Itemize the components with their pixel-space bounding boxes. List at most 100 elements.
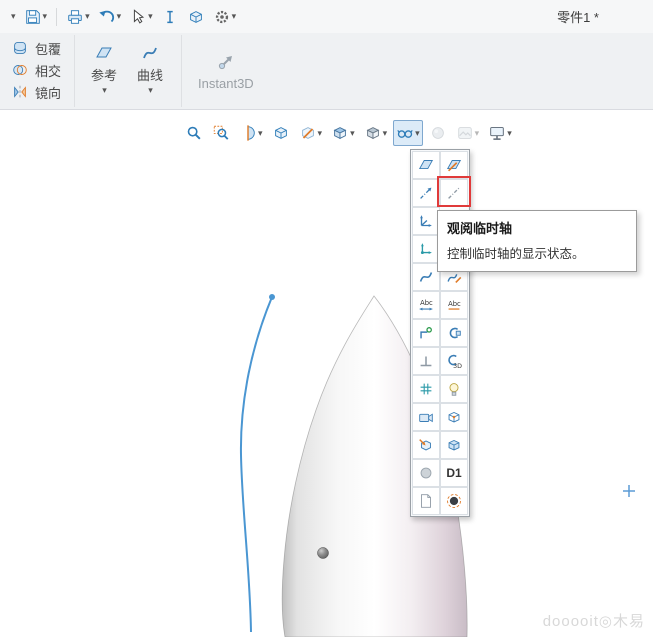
intersect-icon [11,61,29,79]
chevron-down-icon: ▾ [350,129,355,138]
axes-icon [417,184,435,202]
wrap-label: 包覆 [35,39,61,58]
cursor-icon [129,8,147,26]
view-sketch-planes-toggle[interactable] [440,319,468,347]
ribbon-group-reference: 参考 ▾ 曲线 ▾ [75,35,182,107]
edit-appearance-button[interactable] [426,120,450,146]
appearance-ball-icon [429,124,447,142]
view-sketch-relations-toggle[interactable] [412,319,440,347]
dimensions-icon [417,296,435,314]
reference-geometry-button[interactable]: 参考 ▾ [87,41,121,97]
decals-icon [445,408,463,426]
save-button[interactable]: ▾ [22,6,50,28]
dimension-names-toggle[interactable]: D1 [440,459,468,487]
sketch-view-button[interactable]: ▾ [296,120,326,146]
view-temporary-axes-toggle[interactable] [440,179,468,207]
glasses-icon [396,124,414,142]
curves-icon [417,268,435,286]
view-3d-sketch-planes-toggle[interactable] [440,347,468,375]
apply-scene-button[interactable]: ▾ [453,120,483,146]
3d-sketch-planes-icon [445,352,463,370]
view-cube-icon [331,124,349,142]
wireframe-button[interactable] [269,120,293,146]
mirror-icon [11,83,29,101]
top-menu-bar: ▾ ▾ ▾ ▾ ▾ ▾ 零件1 * [0,0,653,33]
component-button[interactable] [185,6,207,28]
chevron-down-icon: ▾ [85,12,90,21]
view-decals-toggle[interactable] [440,403,468,431]
shaded-cube-icon [364,124,382,142]
sketch-point-marker[interactable] [623,485,635,497]
sheet-icon [417,492,435,510]
view-grid-toggle[interactable] [412,375,440,403]
spline-endpoint[interactable] [269,294,275,300]
coordinate-system-icon [417,212,435,230]
tooltip-title: 观阅临时轴 [447,218,627,237]
view-curves-toggle[interactable] [412,263,440,291]
section-view-icon [239,124,257,142]
view-sheets-toggle[interactable] [412,487,440,515]
mirror-button[interactable]: 镜向 [8,82,64,103]
instant3d-button[interactable]: Instant3D [182,35,270,107]
model-sphere-feature[interactable] [318,548,329,559]
mirror-label: 镜向 [35,83,61,102]
undo-button[interactable]: ▾ [96,6,124,28]
select-button[interactable]: ▾ [127,6,155,28]
view-settings-button[interactable]: ▾ [485,120,515,146]
chevron-down-icon: ▾ [507,129,512,138]
chevron-down-icon: ▾ [318,129,323,138]
view-annotations-toggle[interactable] [440,291,468,319]
view-dimensions-toggle[interactable] [412,291,440,319]
heads-up-view-toolbar: ▾ ▾ ▾ ▾ ▾ ▾ ▾ [182,120,515,146]
view-planes-toggle[interactable] [412,151,440,179]
ambient-occlusion-toggle[interactable] [440,487,468,515]
zoom-fit-button[interactable] [182,120,206,146]
model-scene [0,110,653,637]
model-viewport[interactable]: dooooit◎木易 [0,110,653,637]
scene-icon [456,124,474,142]
chevron-down-icon: ▾ [475,129,480,138]
zoom-area-button[interactable] [209,120,233,146]
curves-button[interactable]: 曲线 ▾ [133,41,167,97]
chevron-down-icon: ▾ [11,12,16,21]
sketch-relations-icon [417,324,435,342]
chevron-down-icon: ▾ [383,129,388,138]
undo-icon [98,8,116,26]
view-origins-toggle[interactable] [412,235,440,263]
view-orientation-button[interactable]: ▾ [328,120,358,146]
intersect-button[interactable]: 相交 [8,60,64,81]
view-live-section-toggle[interactable] [440,151,468,179]
chevron-down-icon: ▾ [148,86,153,95]
grid-icon [417,380,435,398]
origin-icon [417,240,435,258]
chevron-down-icon: ▾ [43,12,48,21]
toolbar-separator [56,8,57,26]
hide-show-items-button[interactable]: ▾ [393,120,423,146]
print-icon [66,8,84,26]
view-lights-toggle[interactable] [440,375,468,403]
measure-button[interactable] [159,6,181,28]
menu-flyout-button[interactable]: ▾ [8,10,18,23]
view-cameras-toggle[interactable] [412,403,440,431]
wrap-button[interactable]: 包覆 [8,38,64,59]
view-axes-toggle[interactable] [412,179,440,207]
section-view-button[interactable]: ▾ [236,120,266,146]
ambient-occlusion-icon [445,492,463,510]
sketch-spline-curve[interactable] [241,297,272,632]
chevron-down-icon: ▾ [117,12,122,21]
display-style-button[interactable]: ▾ [361,120,391,146]
options-button[interactable]: ▾ [211,6,239,28]
intersect-label: 相交 [35,61,61,80]
wireframe-cube-icon [272,124,290,142]
print-button[interactable]: ▾ [64,6,92,28]
view-coordinate-systems-toggle[interactable] [412,207,440,235]
hide-all-types-toggle[interactable] [412,459,440,487]
instant3d-label: Instant3D [198,76,254,91]
tooltip-body: 控制临时轴的显示状态。 [447,243,627,262]
chevron-down-icon: ▾ [102,86,107,95]
view-weld-beads-toggle[interactable] [412,431,440,459]
view-bounding-box-toggle[interactable] [440,431,468,459]
view-perpendicular-toggle[interactable] [412,347,440,375]
temporary-axes-icon [445,184,463,202]
measure-icon [161,8,179,26]
